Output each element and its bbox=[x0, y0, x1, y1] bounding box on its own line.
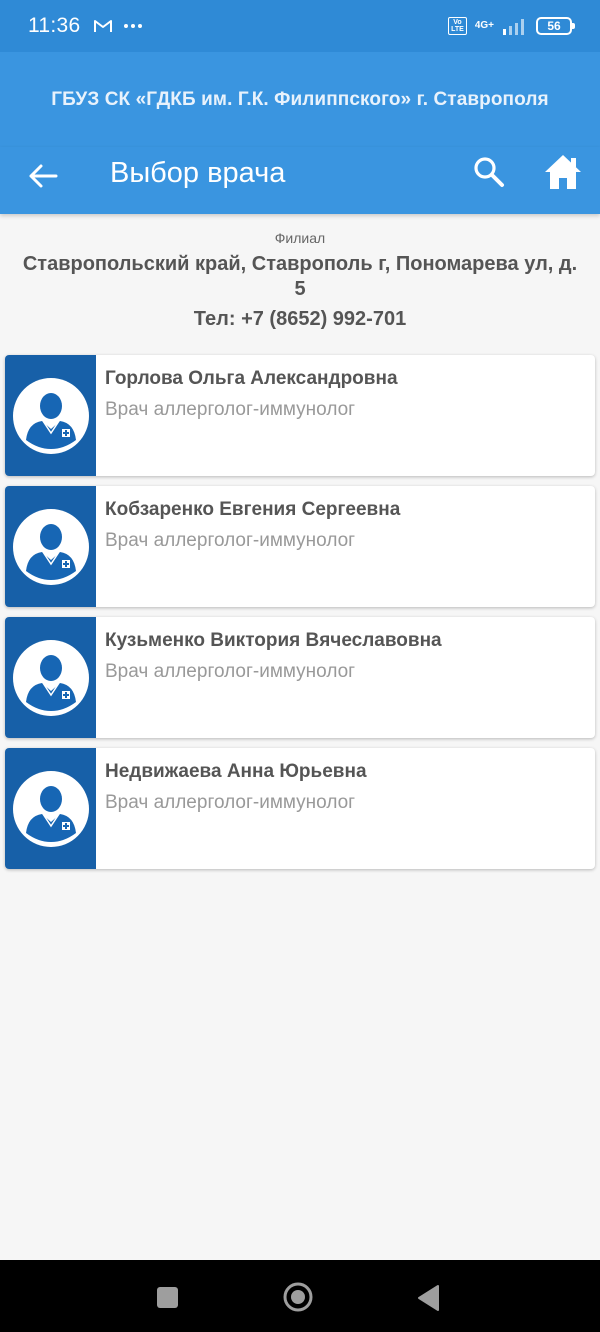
doctor-list: Горлова Ольга Александровна Врач аллерго… bbox=[5, 355, 595, 879]
signal-icon bbox=[503, 19, 524, 35]
doctor-name: Кузьменко Виктория Вячеславовна bbox=[105, 630, 442, 651]
battery-level: 56 bbox=[547, 19, 561, 33]
branch-address: Ставропольский край, Ставрополь г, Поном… bbox=[22, 253, 578, 300]
doctor-avatar-icon bbox=[12, 377, 89, 454]
doctor-specialty: Врач аллерголог-иммунолог bbox=[105, 661, 356, 682]
avatar bbox=[5, 486, 96, 607]
nav-back-icon[interactable] bbox=[416, 1284, 440, 1312]
doctor-specialty: Врач аллерголог-иммунолог bbox=[105, 792, 356, 813]
nav-home-icon[interactable] bbox=[282, 1281, 314, 1313]
doctor-avatar-icon bbox=[12, 508, 89, 585]
battery-icon: 56 bbox=[536, 17, 575, 35]
more-dots-icon bbox=[123, 24, 142, 28]
recent-apps-icon[interactable] bbox=[157, 1287, 178, 1308]
doctor-avatar-icon bbox=[12, 639, 89, 716]
network-type: 4G+ bbox=[474, 20, 494, 31]
home-icon[interactable] bbox=[543, 153, 583, 191]
doctor-name: Кобзаренко Евгения Сергеевна bbox=[105, 499, 401, 520]
doctor-specialty: Врач аллерголог-иммунолог bbox=[105, 530, 356, 551]
doctor-specialty: Врач аллерголог-иммунолог bbox=[105, 399, 356, 420]
arrow-left-icon[interactable] bbox=[26, 159, 60, 193]
organization-title: ГБУЗ СК «ГДКБ им. Г.К. Филиппского» г. С… bbox=[51, 88, 549, 110]
organization-banner: ГБУЗ СК «ГДКБ им. Г.К. Филиппского» г. С… bbox=[0, 52, 600, 147]
doctor-name: Недвижаева Анна Юрьевна bbox=[105, 761, 367, 782]
volte-icon: Vo LTE bbox=[448, 17, 467, 35]
doctor-card[interactable]: Кузьменко Виктория Вячеславовна Врач алл… bbox=[5, 617, 595, 738]
branch-label: Филиал bbox=[274, 230, 326, 246]
gmail-icon bbox=[93, 20, 112, 32]
status-bar: 11:36 Vo LTE 4G+ 56 bbox=[0, 0, 600, 52]
volte-top: Vo bbox=[453, 19, 462, 26]
status-time: 11:36 bbox=[28, 14, 81, 37]
doctor-card[interactable]: Кобзаренко Евгения Сергеевна Врач аллерг… bbox=[5, 486, 595, 607]
volte-bottom: LTE bbox=[451, 26, 464, 33]
doctor-name: Горлова Ольга Александровна bbox=[105, 368, 398, 389]
doctor-card[interactable]: Недвижаева Анна Юрьевна Врач аллерголог-… bbox=[5, 748, 595, 869]
branch-info: Филиал Ставропольский край, Ставрополь г… bbox=[0, 230, 600, 331]
avatar bbox=[5, 355, 96, 476]
avatar bbox=[5, 617, 96, 738]
doctor-avatar-icon bbox=[12, 770, 89, 847]
search-icon[interactable] bbox=[472, 155, 506, 189]
branch-phone[interactable]: Тел: +7 (8652) 992-701 bbox=[0, 308, 600, 331]
system-nav-bar bbox=[0, 1260, 600, 1332]
doctor-card[interactable]: Горлова Ольга Александровна Врач аллерго… bbox=[5, 355, 595, 476]
avatar bbox=[5, 748, 96, 869]
page-title: Выбор врача bbox=[110, 157, 286, 189]
app-toolbar: Выбор врача bbox=[0, 147, 600, 214]
